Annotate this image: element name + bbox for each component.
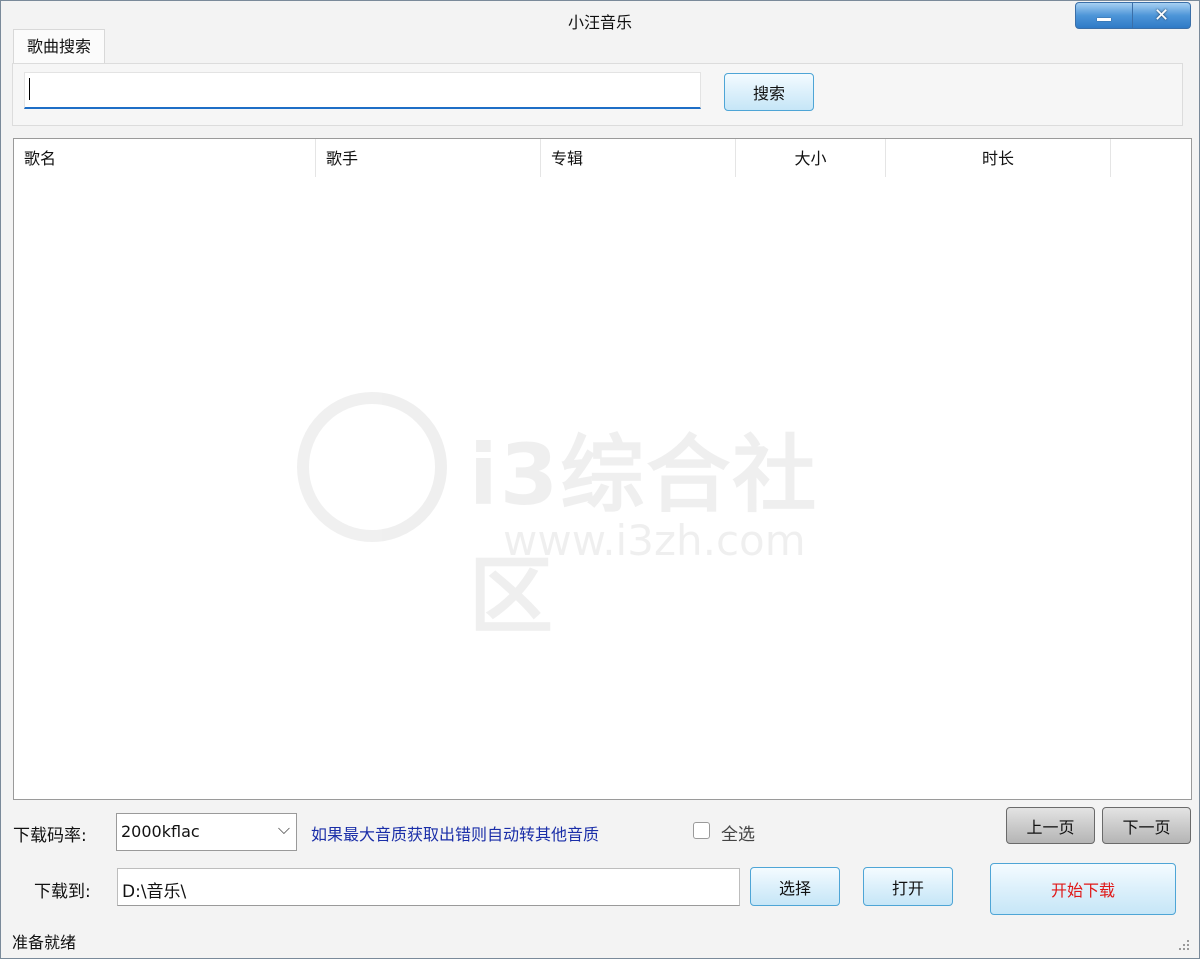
download-path-input[interactable]: D:\音乐\	[117, 868, 740, 906]
download-path-value: D:\音乐\	[122, 882, 187, 902]
close-button[interactable]: ✕	[1133, 2, 1191, 29]
status-text: 准备就绪	[12, 933, 77, 952]
search-panel: 搜索	[12, 63, 1183, 126]
title-bar[interactable]: 小汪音乐 ✕	[1, 1, 1199, 35]
next-page-button[interactable]: 下一页	[1102, 807, 1191, 844]
chevron-down-icon: ⌵	[277, 819, 290, 838]
column-header-duration[interactable]: 时长	[886, 139, 1111, 177]
minimize-button[interactable]	[1075, 2, 1133, 29]
resize-grip-icon[interactable]	[1177, 938, 1191, 952]
column-header-title[interactable]: 歌名	[14, 139, 316, 177]
results-table[interactable]: 歌名 歌手 专辑 大小 时长 i3综合社区 www.i3zh.com	[13, 138, 1192, 800]
bitrate-label: 下载码率:	[13, 826, 87, 846]
window-controls: ✕	[1075, 2, 1191, 29]
search-input[interactable]	[24, 72, 701, 109]
watermark-logo-icon	[297, 392, 447, 542]
app-window: 小汪音乐 ✕ 歌曲搜索 搜索 歌名 歌手 专辑 大小 时长 i3综合社区 www…	[0, 0, 1200, 959]
minimize-icon	[1097, 18, 1111, 21]
column-header-size[interactable]: 大小	[736, 139, 886, 177]
watermark-url: www.i3zh.com	[503, 516, 806, 565]
column-header-artist[interactable]: 歌手	[316, 139, 541, 177]
search-button[interactable]: 搜索	[724, 73, 814, 111]
watermark: i3综合社区 www.i3zh.com	[297, 392, 897, 645]
choose-folder-button[interactable]: 选择	[750, 867, 840, 906]
open-folder-button[interactable]: 打开	[863, 867, 953, 906]
bitrate-selected-value: 2000kflac	[121, 822, 200, 841]
window-title: 小汪音乐	[567, 13, 632, 32]
prev-page-button[interactable]: 上一页	[1006, 807, 1095, 844]
select-all-checkbox[interactable]	[693, 822, 710, 839]
bitrate-select[interactable]: 2000kflac ⌵	[116, 813, 297, 851]
column-header-album[interactable]: 专辑	[541, 139, 736, 177]
bitrate-note: 如果最大音质获取出错则自动转其他音质	[311, 825, 600, 844]
download-path-label: 下载到:	[34, 882, 91, 902]
tab-song-search[interactable]: 歌曲搜索	[13, 29, 105, 64]
text-caret	[29, 78, 30, 100]
select-all-label[interactable]: 全选	[721, 820, 755, 845]
close-icon: ✕	[1153, 4, 1170, 26]
start-download-button[interactable]: 开始下载	[990, 863, 1176, 915]
